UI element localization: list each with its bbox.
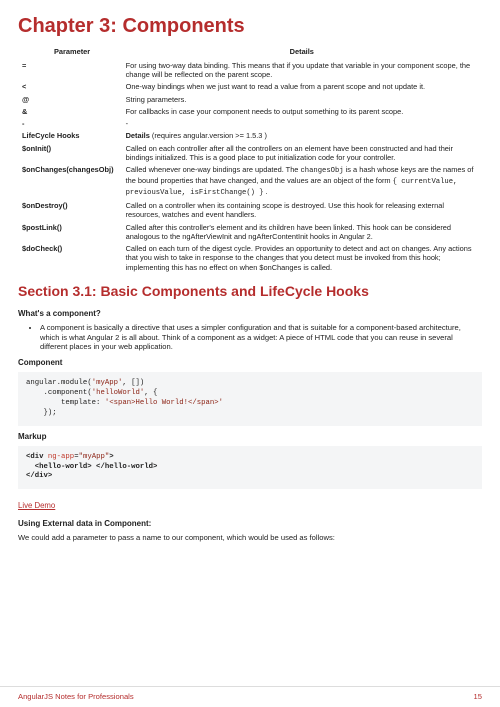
param-detail: Called on each controller after all the … xyxy=(122,142,482,164)
code-text: , []) xyxy=(122,379,144,387)
code-tag: <hello-world> </hello-world> xyxy=(26,463,157,471)
subheading-component: Component xyxy=(18,358,482,368)
detail-bold: Details xyxy=(126,131,152,140)
code-text: template: xyxy=(26,399,100,407)
param-detail: For using two-way data binding. This mea… xyxy=(122,59,482,81)
param-name: $onInit() xyxy=(18,142,122,164)
param-detail: Called whenever one-way bindings are upd… xyxy=(122,164,482,200)
code-tag: <div xyxy=(26,453,48,461)
bullet-item: A component is basically a directive tha… xyxy=(40,323,482,353)
detail-text: Called whenever one-way bindings are upd… xyxy=(126,165,301,174)
code-text: angular. xyxy=(26,379,61,387)
subheading-markup: Markup xyxy=(18,432,482,442)
footer-page-number: 15 xyxy=(474,692,482,701)
detail-text: . xyxy=(264,187,268,196)
detail-code: changesObj xyxy=(300,167,343,175)
section-title: Section 3.1: Basic Components and LifeCy… xyxy=(18,283,482,301)
param-detail: Called on a controller when its containi… xyxy=(122,200,482,222)
code-attr: ng-app xyxy=(48,453,74,461)
th-details: Details xyxy=(122,45,482,59)
code-text: . xyxy=(26,389,48,397)
param-name: $doCheck() xyxy=(18,243,122,274)
code-tag: > xyxy=(109,453,113,461)
chapter-title: Chapter 3: Components xyxy=(18,14,482,39)
parameters-table: Parameter Details =For using two-way dat… xyxy=(18,45,482,273)
code-fn: component xyxy=(48,389,87,397)
code-str: 'helloWorld' xyxy=(92,389,145,397)
detail-text: (requires angular.version >= 1.5.3 ) xyxy=(152,131,267,140)
param-detail: One-way bindings when we just want to re… xyxy=(122,81,482,93)
param-detail: Called on each turn of the digest cycle.… xyxy=(122,243,482,274)
body-text: We could add a parameter to pass a name … xyxy=(18,533,482,542)
footer-left: AngularJS Notes for Professionals xyxy=(18,692,134,701)
param-name: LifeCycle Hooks xyxy=(18,130,122,142)
subheading-whats-a-component: What's a component? xyxy=(18,309,482,319)
param-name: & xyxy=(18,105,122,117)
param-name: - xyxy=(18,118,122,130)
bullet-list: A component is basically a directive tha… xyxy=(18,323,482,353)
param-detail: Details (requires angular.version >= 1.5… xyxy=(122,130,482,142)
th-parameter: Parameter xyxy=(18,45,122,59)
param-name: = xyxy=(18,59,122,81)
code-text: , { xyxy=(144,389,157,397)
param-name: $onDestroy() xyxy=(18,200,122,222)
param-detail: String parameters. xyxy=(122,93,482,105)
code-block-component: angular.module('myApp', []) .component('… xyxy=(18,372,482,425)
page-footer: AngularJS Notes for Professionals 15 xyxy=(0,686,500,707)
subheading-external-data: Using External data in Component: xyxy=(18,519,482,529)
code-fn: module xyxy=(61,379,87,387)
code-tag: </div> xyxy=(26,472,52,480)
param-name: $postLink() xyxy=(18,221,122,243)
code-text: }); xyxy=(26,409,57,417)
code-block-markup: <div ng-app="myApp"> <hello-world> </hel… xyxy=(18,446,482,490)
code-str: "myApp" xyxy=(79,453,110,461)
param-detail: For callbacks in case your component nee… xyxy=(122,105,482,117)
param-detail: - xyxy=(122,118,482,130)
param-name: < xyxy=(18,81,122,93)
code-str: '<span>Hello World!</span>' xyxy=(100,399,223,407)
param-name: $onChanges(changesObj) xyxy=(18,164,122,200)
live-demo-link[interactable]: Live Demo xyxy=(18,501,55,510)
param-name: @ xyxy=(18,93,122,105)
param-detail: Called after this controller's element a… xyxy=(122,221,482,243)
code-str: 'myApp' xyxy=(92,379,123,387)
